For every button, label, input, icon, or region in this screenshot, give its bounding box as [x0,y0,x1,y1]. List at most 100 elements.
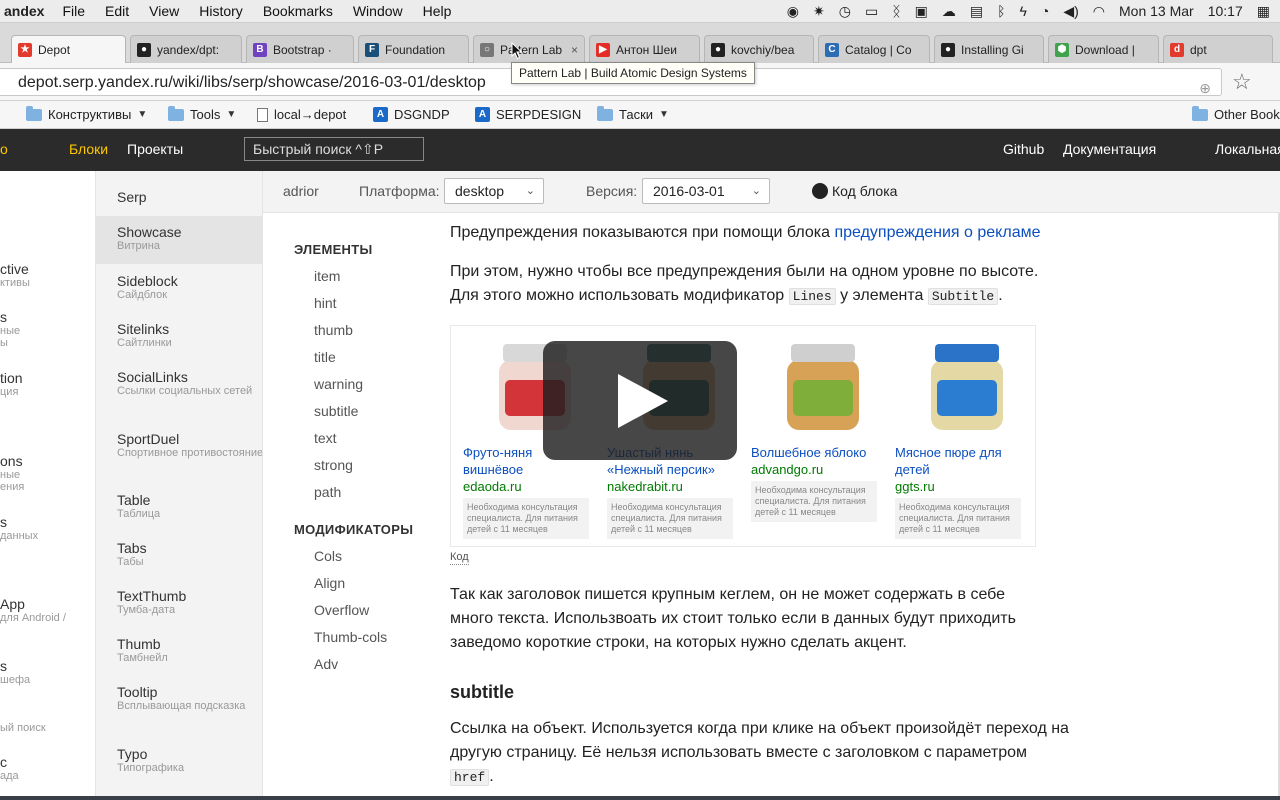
browser-tab[interactable]: ▶ Антон Шеи [589,35,700,63]
browser-tab[interactable]: ★ Depot [11,35,126,63]
cloud-car-icon[interactable]: ☁ [942,3,956,20]
app-menu[interactable]: andex [0,3,44,19]
block-list-item[interactable]: Sitelinks Сайтлинки [96,321,262,350]
product-thumb[interactable] [751,336,883,436]
library-item[interactable]: ons ные ения [0,453,24,493]
wifi-icon[interactable]: ◠ [1093,3,1105,20]
element-link[interactable]: text [314,430,337,446]
logo-fragment[interactable]: о [0,141,8,157]
play-icon[interactable] [618,374,668,428]
nav-local[interactable]: Локальная [1215,141,1280,157]
nav-projects[interactable]: Проекты [127,141,183,157]
card-domain[interactable]: advandgo.ru [751,461,883,478]
modifier-link[interactable]: Overflow [314,602,369,618]
browser-tab[interactable]: B Bootstrap · [246,35,354,63]
element-link[interactable]: hint [314,295,337,311]
card-title[interactable]: Волшебное яблоко [751,444,883,461]
browser-tab[interactable]: ● kovchiy/bea [704,35,814,63]
library-item[interactable]: ctive ктивы [0,261,30,289]
library-item[interactable]: c ада [0,754,19,782]
library-item[interactable]: s данных [0,514,38,542]
code-toggle-link[interactable]: Код [450,551,469,565]
version-select[interactable]: 2016-03-01 ⌄ [642,178,770,204]
display-icon[interactable]: ▭ [865,3,878,20]
butterfly-icon[interactable]: ᛝ [892,3,900,19]
bolt-icon[interactable]: ϟ [1019,3,1026,19]
modifier-link[interactable]: Align [314,575,345,591]
showcase-card[interactable]: Мясное пюре для детей ggts.ru Необходима к… [895,336,1027,539]
modifier-link[interactable]: Cols [314,548,342,564]
menu-help[interactable]: Help [423,3,452,19]
card-domain[interactable]: ggts.ru [895,478,1027,495]
product-thumb[interactable] [895,336,1027,436]
menu-bookmarks[interactable]: Bookmarks [263,3,333,19]
block-list-item[interactable]: Serp [96,189,262,205]
browser-tab[interactable]: d dpt [1163,35,1273,63]
bookmark-item[interactable]: Таски ▼ [597,105,669,122]
menu-window[interactable]: Window [353,3,403,19]
card-title[interactable]: Мясное пюре для детей [895,444,1027,478]
quick-search-input[interactable]: Быстрый поиск ^⇧P [244,137,424,161]
block-list-item[interactable]: TextThumb Тумба-дата [96,588,262,617]
bookmark-item[interactable]: Tools ▼ [168,105,236,122]
card-domain[interactable]: nakedrabit.ru [607,478,739,495]
menu-history[interactable]: History [199,3,243,19]
element-link[interactable]: path [314,484,341,500]
author-name[interactable]: adrior [283,183,319,199]
block-list-item[interactable]: Tabs Табы [96,540,262,569]
modifier-link[interactable]: Adv [314,656,338,672]
modifier-link[interactable]: Thumb-cols [314,629,387,645]
library-item[interactable]: s шефа [0,658,30,686]
bookmark-star-icon[interactable]: ☆ [1232,69,1252,95]
bookmark-item[interactable]: Other Book [1192,105,1280,122]
bookmark-item[interactable]: A DSGNDP [373,107,450,122]
globe-icon[interactable]: ⊕ [1199,74,1211,102]
browser-tab[interactable]: F Foundation [358,35,469,63]
menubar-date[interactable]: Mon 13 Mar [1119,3,1194,19]
app-n-icon[interactable]: ▣ [915,3,928,20]
toolbox-icon[interactable]: ▤ [970,3,983,20]
block-list-item[interactable]: SocialLinks Ссылки социальных сетей [96,369,262,398]
browser-tab[interactable]: ● Installing Gi [934,35,1044,63]
browser-tab[interactable]: ⬢ Download | [1048,35,1159,63]
showcase-card[interactable]: Волшебное яблоко advandgo.ru Необходима ко… [751,336,883,522]
block-code-link[interactable]: Код блока [812,183,897,199]
library-item[interactable]: tion ция [0,370,23,398]
video-player-overlay[interactable] [543,341,737,460]
block-list-item[interactable]: Tooltip Всплывающая подсказка [96,684,262,713]
tab-close-icon[interactable]: × [571,43,578,57]
block-list-item[interactable]: Table Таблица [96,492,262,521]
block-list-item[interactable]: Thumb Тамбнейл [96,636,262,665]
browser-tab[interactable]: C Catalog | Co [818,35,930,63]
menu-view[interactable]: View [149,3,179,19]
bookmark-item[interactable]: local→depot [257,107,346,122]
element-link[interactable]: subtitle [314,403,358,419]
nav-github[interactable]: Github [1003,141,1044,157]
block-list-item[interactable]: Showcase Витрина [96,216,262,264]
block-list-item[interactable]: Typo Типографика [96,746,262,775]
bookmark-item[interactable]: A SERPDESIGN [475,107,581,122]
menu-file[interactable]: File [62,3,85,19]
browser-tab[interactable]: ● yandex/dpt: [130,35,242,63]
nav-blocks[interactable]: Блоки [69,141,108,157]
library-item[interactable]: App для Android / [0,596,66,624]
block-list-item[interactable]: Sideblock Сайдблок [96,273,262,302]
menubar-time[interactable]: 10:17 [1208,3,1243,19]
element-link[interactable]: warning [314,376,363,392]
element-link[interactable]: strong [314,457,353,473]
element-link[interactable]: item [314,268,340,284]
volume-icon[interactable]: ◀) [1063,3,1078,20]
nav-docs[interactable]: Документация [1063,141,1156,157]
ad-warning-link[interactable]: предупреждения о рекламе [834,224,1040,241]
brightness-icon[interactable]: ✷ [813,3,825,20]
browser-tab[interactable]: ○ Pattern Lab × [473,35,585,63]
element-link[interactable]: title [314,349,336,365]
clock-icon[interactable]: ◷ [839,3,851,20]
bluetooth-icon[interactable]: ᛒ [997,3,1005,19]
bookmark-item[interactable]: Конструктивы ▼ [26,105,147,122]
block-list-item[interactable]: SportDuel Спортивное противостояние [96,431,262,460]
card-domain[interactable]: edaoda.ru [463,478,595,495]
library-item[interactable]: s ные ы [0,309,20,349]
library-item[interactable]: ый поиск [0,722,46,734]
record-icon[interactable]: ◉ [787,3,799,20]
